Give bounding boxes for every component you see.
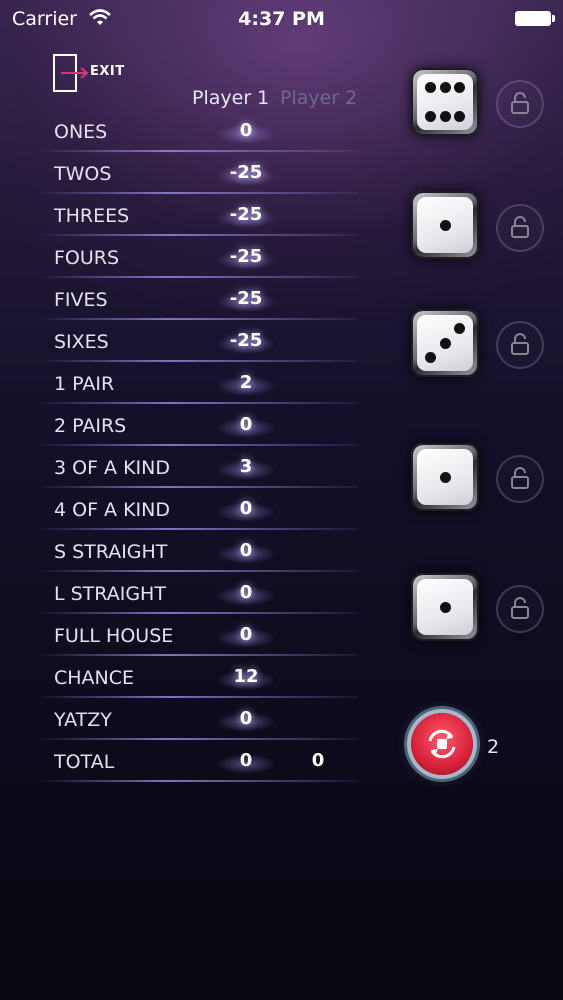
die-pip bbox=[454, 323, 465, 334]
lock-toggle-4[interactable] bbox=[496, 455, 544, 503]
exit-label: EXIT bbox=[90, 64, 125, 79]
status-time: 4:37 PM bbox=[238, 8, 325, 30]
score-label: S STRAIGHT bbox=[54, 541, 168, 563]
status-bar: Carrier 4:37 PM bbox=[0, 0, 563, 38]
player1-score: -25 bbox=[216, 162, 276, 186]
score-row-fours[interactable]: FOURS -25 bbox=[42, 236, 358, 278]
score-row-3-of-a-kind[interactable]: 3 OF A KIND 3 bbox=[42, 446, 358, 488]
score-label: TOTAL bbox=[54, 751, 115, 773]
die-pip bbox=[425, 111, 436, 122]
die-face bbox=[417, 197, 473, 253]
row-divider bbox=[42, 780, 358, 782]
die-pip bbox=[439, 337, 451, 349]
player1-score: -25 bbox=[216, 330, 276, 354]
die-pip bbox=[439, 601, 451, 613]
exit-button[interactable]: EXIT bbox=[53, 54, 125, 92]
roll-dice-icon bbox=[428, 729, 456, 759]
unlocked-padlock-icon bbox=[511, 597, 529, 619]
unlocked-padlock-icon bbox=[511, 333, 529, 355]
rolls-remaining: 2 bbox=[487, 736, 500, 758]
score-row-fives[interactable]: FIVES -25 bbox=[42, 278, 358, 320]
score-row-sixes[interactable]: SIXES -25 bbox=[42, 320, 358, 362]
player2-total: 0 bbox=[311, 750, 325, 771]
score-label: FIVES bbox=[54, 289, 108, 311]
player1-score: 3 bbox=[216, 456, 276, 480]
score-row-total: TOTAL 0 0 bbox=[42, 740, 358, 782]
player1-score: 0 bbox=[216, 624, 276, 648]
score-label: 1 PAIR bbox=[54, 373, 115, 395]
die-5[interactable] bbox=[411, 573, 479, 641]
die-2[interactable] bbox=[411, 191, 479, 259]
player1-score: 12 bbox=[216, 666, 276, 690]
player1-score: -25 bbox=[216, 246, 276, 270]
player1-score: 0 bbox=[216, 120, 276, 144]
score-label: FULL HOUSE bbox=[54, 625, 174, 647]
die-pip bbox=[439, 219, 451, 231]
player1-label: Player 1 bbox=[192, 87, 270, 109]
lock-toggle-2[interactable] bbox=[496, 204, 544, 252]
lock-toggle-1[interactable] bbox=[496, 80, 544, 128]
die-1[interactable] bbox=[411, 68, 479, 136]
player2-label: Player 2 bbox=[280, 87, 358, 109]
score-label: ONES bbox=[54, 121, 108, 143]
score-label: SIXES bbox=[54, 331, 109, 353]
player1-score: 0 bbox=[216, 498, 276, 522]
battery-icon bbox=[515, 11, 555, 26]
score-row-yatzy[interactable]: YATZY 0 bbox=[42, 698, 358, 740]
player1-score: 0 bbox=[216, 708, 276, 732]
player1-total: 0 bbox=[216, 750, 276, 774]
score-row-l-straight[interactable]: L STRAIGHT 0 bbox=[42, 572, 358, 614]
lock-toggle-5[interactable] bbox=[496, 585, 544, 633]
unlocked-padlock-icon bbox=[511, 92, 529, 114]
player1-score: 0 bbox=[216, 582, 276, 606]
score-row-twos[interactable]: TWOS -25 bbox=[42, 152, 358, 194]
player1-score: 2 bbox=[216, 372, 276, 396]
score-label: YATZY bbox=[54, 709, 112, 731]
lock-toggle-3[interactable] bbox=[496, 321, 544, 369]
player1-score: -25 bbox=[216, 288, 276, 312]
score-label: FOURS bbox=[54, 247, 120, 269]
die-pip bbox=[439, 82, 451, 93]
score-row-s-straight[interactable]: S STRAIGHT 0 bbox=[42, 530, 358, 572]
score-row-full-house[interactable]: FULL HOUSE 0 bbox=[42, 614, 358, 656]
unlocked-padlock-icon bbox=[511, 467, 529, 489]
score-label: TWOS bbox=[54, 163, 112, 185]
score-label: 3 OF A KIND bbox=[54, 457, 170, 479]
score-label: 2 PAIRS bbox=[54, 415, 127, 437]
score-label: 4 OF A KIND bbox=[54, 499, 170, 521]
die-pip bbox=[439, 111, 451, 122]
score-row-ones[interactable]: ONES 0 bbox=[42, 110, 358, 152]
player1-score: -25 bbox=[216, 204, 276, 228]
score-label: CHANCE bbox=[54, 667, 135, 689]
die-3[interactable] bbox=[411, 309, 479, 377]
die-face bbox=[417, 315, 473, 371]
die-pip bbox=[425, 352, 436, 363]
player1-score: 0 bbox=[216, 540, 276, 564]
die-face bbox=[417, 74, 473, 130]
roll-dice-button[interactable] bbox=[411, 713, 473, 775]
score-label: L STRAIGHT bbox=[54, 583, 166, 605]
score-row-2-pairs[interactable]: 2 PAIRS 0 bbox=[42, 404, 358, 446]
score-row-chance[interactable]: CHANCE 12 bbox=[42, 656, 358, 698]
score-label: THREES bbox=[54, 205, 130, 227]
exit-icon bbox=[53, 54, 89, 92]
die-4[interactable] bbox=[411, 443, 479, 511]
die-pip bbox=[439, 471, 451, 483]
die-face bbox=[417, 579, 473, 635]
player1-score: 0 bbox=[216, 414, 276, 438]
die-pip bbox=[454, 111, 465, 122]
score-row-4-of-a-kind[interactable]: 4 OF A KIND 0 bbox=[42, 488, 358, 530]
score-row-threes[interactable]: THREES -25 bbox=[42, 194, 358, 236]
die-pip bbox=[454, 82, 465, 93]
unlocked-padlock-icon bbox=[511, 216, 529, 238]
die-face bbox=[417, 449, 473, 505]
die-pip bbox=[425, 82, 436, 93]
score-row-1-pair[interactable]: 1 PAIR 2 bbox=[42, 362, 358, 404]
